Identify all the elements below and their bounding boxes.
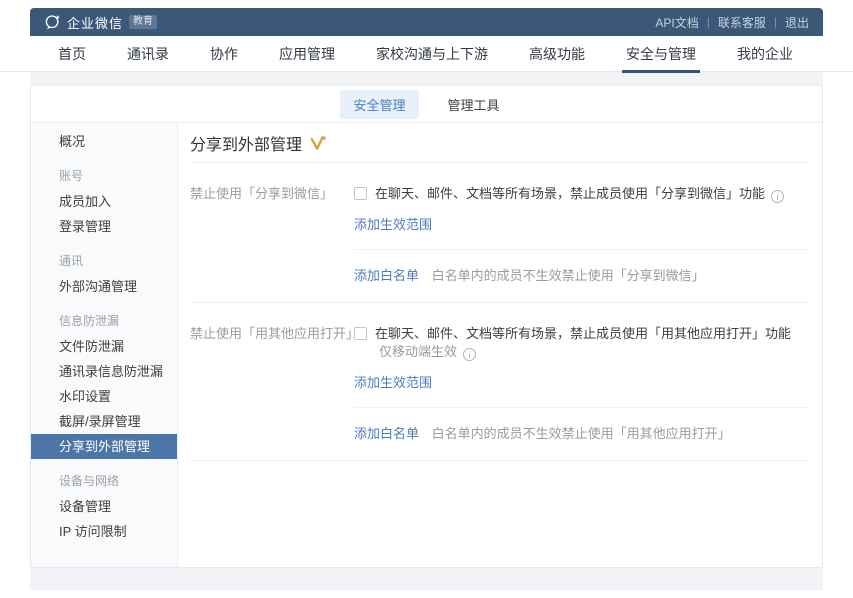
sidebar-section-info-leak-prevention: 信息防泄漏 <box>31 309 177 334</box>
settings-sidebar: 概况 账号 成员加入 登录管理 通讯 外部沟通管理 信息防泄漏 文件防泄漏 通讯… <box>31 123 178 568</box>
checkbox-label: 在聊天、邮件、文档等所有场景，禁止成员使用「用其他应用打开」功能仅移动端生效i <box>375 325 808 361</box>
logout-link[interactable]: 退出 <box>785 14 809 31</box>
edition-badge: 教育 <box>129 15 157 29</box>
scope-line: 添加生效范围 <box>354 374 808 392</box>
sidebar-item-screenshot-management[interactable]: 截屏/录屏管理 <box>31 409 177 434</box>
setting-label: 禁止使用「分享到微信」 <box>190 163 354 302</box>
setting-body: 在聊天、邮件、文档等所有场景，禁止成员使用「分享到微信」功能i 添加生效范围 添… <box>354 163 808 302</box>
sidebar-item-watermark-settings[interactable]: 水印设置 <box>31 384 177 409</box>
mobile-only-note: 仅移动端生效 <box>379 344 457 359</box>
whitelist-description: 白名单内的成员不生效禁止使用「用其他应用打开」 <box>432 426 731 441</box>
separator: | <box>707 15 710 29</box>
setting-row-share-to-wechat: 禁止使用「分享到微信」 在聊天、邮件、文档等所有场景，禁止成员使用「分享到微信」… <box>190 163 808 303</box>
primary-nav: 首页 通讯录 协作 应用管理 家校沟通与上下游 高级功能 安全与管理 我的企业 <box>0 36 853 72</box>
setting-body: 在聊天、邮件、文档等所有场景，禁止成员使用「用其他应用打开」功能仅移动端生效i … <box>354 303 808 460</box>
page-title-row: 分享到外部管理 <box>190 123 808 163</box>
add-whitelist-link[interactable]: 添加白名单 <box>354 268 419 283</box>
tab-management-tools[interactable]: 管理工具 <box>435 90 513 119</box>
setting-label: 禁止使用「用其他应用打开」 <box>190 303 354 460</box>
contact-support-link[interactable]: 联系客服 <box>718 14 766 31</box>
separator: | <box>774 15 777 29</box>
nav-my-company[interactable]: 我的企业 <box>735 35 795 73</box>
nav-school-communication[interactable]: 家校沟通与上下游 <box>374 35 490 73</box>
sidebar-item-file-leak-prevention[interactable]: 文件防泄漏 <box>31 334 177 359</box>
forbid-share-to-wechat-checkbox[interactable] <box>354 187 367 200</box>
sidebar-item-login-management[interactable]: 登录管理 <box>31 214 177 239</box>
sidebar-item-device-management[interactable]: 设备管理 <box>31 494 177 519</box>
info-icon[interactable]: i <box>463 348 476 361</box>
panel-body: 概况 账号 成员加入 登录管理 通讯 外部沟通管理 信息防泄漏 文件防泄漏 通讯… <box>31 123 822 568</box>
sidebar-item-overview[interactable]: 概况 <box>31 129 177 154</box>
nav-collaboration[interactable]: 协作 <box>208 35 240 73</box>
sidebar-item-external-communication[interactable]: 外部沟通管理 <box>31 274 177 299</box>
checkbox-label: 在聊天、邮件、文档等所有场景，禁止成员使用「分享到微信」功能i <box>375 185 784 203</box>
sidebar-section-communication: 通讯 <box>31 249 177 274</box>
sidebar-item-ip-access-restriction[interactable]: IP 访问限制 <box>31 519 177 544</box>
topbar-links: API文档 | 联系客服 | 退出 <box>655 14 809 31</box>
top-app-bar: 企业微信 教育 API文档 | 联系客服 | 退出 <box>30 8 823 36</box>
premium-v-icon <box>309 135 328 152</box>
sidebar-section-device-network: 设备与网络 <box>31 469 177 494</box>
wework-bubble-icon <box>44 14 61 31</box>
app-title: 企业微信 <box>67 13 123 32</box>
content-panel: 安全管理 管理工具 概况 账号 成员加入 登录管理 通讯 外部沟通管理 信息防泄… <box>30 85 823 568</box>
page-title: 分享到外部管理 <box>190 131 302 155</box>
sidebar-section-account: 账号 <box>31 164 177 189</box>
scope-line: 添加生效范围 <box>354 216 808 234</box>
api-docs-link[interactable]: API文档 <box>655 14 698 31</box>
content-background: 安全管理 管理工具 概况 账号 成员加入 登录管理 通讯 外部沟通管理 信息防泄… <box>30 72 823 590</box>
add-scope-link[interactable]: 添加生效范围 <box>354 375 432 390</box>
add-whitelist-link[interactable]: 添加白名单 <box>354 426 419 441</box>
app-logo: 企业微信 教育 <box>44 13 157 32</box>
sidebar-item-share-external-management[interactable]: 分享到外部管理 <box>31 434 177 459</box>
nav-app-management[interactable]: 应用管理 <box>277 35 337 73</box>
main-pane: 分享到外部管理 禁止使用「分享到微信」 在聊天、邮件、文档等所有场景，禁止成员使… <box>178 123 822 568</box>
checkbox-line: 在聊天、邮件、文档等所有场景，禁止成员使用「用其他应用打开」功能仅移动端生效i <box>354 303 808 361</box>
secondary-tabs: 安全管理 管理工具 <box>31 86 822 123</box>
nav-advanced-features[interactable]: 高级功能 <box>527 35 587 73</box>
forbid-open-with-other-app-checkbox[interactable] <box>354 327 367 340</box>
nav-security-management[interactable]: 安全与管理 <box>624 35 698 73</box>
nav-contacts[interactable]: 通讯录 <box>125 35 171 73</box>
whitelist-line: 添加白名单 白名单内的成员不生效禁止使用「用其他应用打开」 <box>354 408 808 460</box>
add-scope-link[interactable]: 添加生效范围 <box>354 217 432 232</box>
whitelist-description: 白名单内的成员不生效禁止使用「分享到微信」 <box>432 268 705 283</box>
info-icon[interactable]: i <box>771 190 784 203</box>
tab-security-management[interactable]: 安全管理 <box>340 90 418 119</box>
nav-home[interactable]: 首页 <box>56 35 88 73</box>
setting-row-open-with-other-app: 禁止使用「用其他应用打开」 在聊天、邮件、文档等所有场景，禁止成员使用「用其他应… <box>190 303 808 461</box>
whitelist-line: 添加白名单 白名单内的成员不生效禁止使用「分享到微信」 <box>354 250 808 302</box>
sidebar-item-member-join[interactable]: 成员加入 <box>31 189 177 214</box>
sidebar-item-contacts-leak-prevention[interactable]: 通讯录信息防泄漏 <box>31 359 177 384</box>
checkbox-line: 在聊天、邮件、文档等所有场景，禁止成员使用「分享到微信」功能i <box>354 163 808 203</box>
